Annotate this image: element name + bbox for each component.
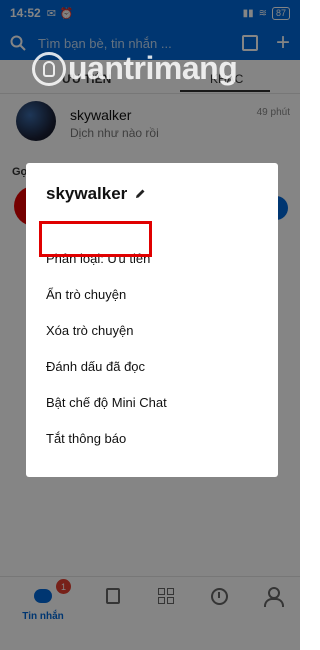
menu-item-delete-chat[interactable]: Xóa trò chuyện: [46, 323, 133, 338]
menu-item-mark-read[interactable]: Đánh dấu đã đọc: [46, 359, 145, 374]
menu-item-mute[interactable]: Tắt thông báo: [46, 431, 126, 446]
menu-header: skywalker: [46, 184, 146, 204]
highlight-box: [39, 221, 152, 257]
menu-title: skywalker: [46, 184, 128, 203]
menu-item-mini-chat[interactable]: Bật chế độ Mini Chat: [46, 395, 167, 410]
conversation-context-menu: skywalker Phân loại: Ưu tiên Ẩn trò chuy…: [26, 163, 278, 477]
watermark-text: uantrimang: [68, 50, 238, 86]
edit-pencil-icon[interactable]: [134, 188, 146, 200]
watermark-logo: uantrimang: [32, 50, 238, 87]
lightbulb-icon: [32, 51, 66, 86]
menu-item-hide-chat[interactable]: Ẩn trò chuyện: [46, 287, 126, 302]
